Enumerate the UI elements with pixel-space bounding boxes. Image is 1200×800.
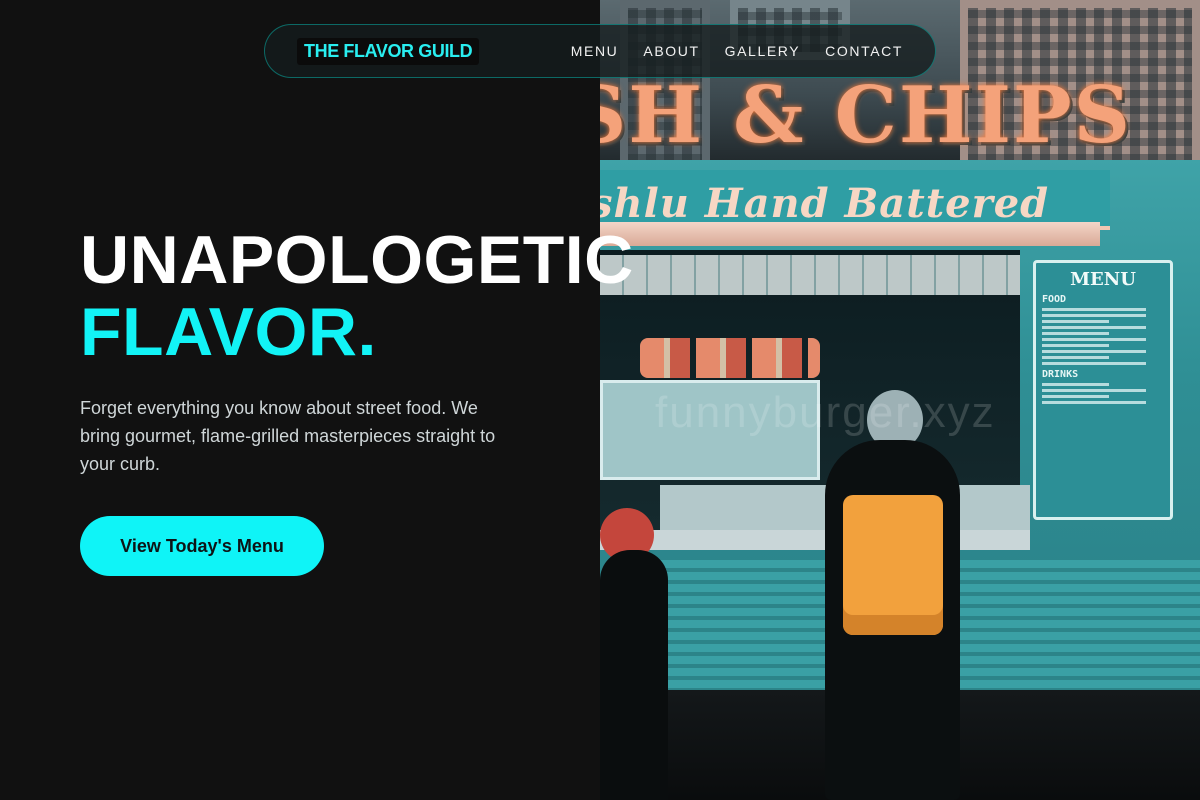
serving-shelf xyxy=(600,530,1030,550)
hero-title-line2: FLAVOR. xyxy=(80,294,377,370)
truck-banner-text: shlu Hand Battered xyxy=(600,180,1050,227)
truck-menu-board: MENU FOOD DRINKS xyxy=(1033,260,1173,520)
nav-links: MENU ABOUT GALLERY CONTACT xyxy=(571,43,903,59)
nav-link-menu[interactable]: MENU xyxy=(571,43,619,59)
jars-on-counter xyxy=(640,338,820,378)
truck-banner: shlu Hand Battered xyxy=(600,170,1110,230)
nav-link-gallery[interactable]: GALLERY xyxy=(725,43,801,59)
hero-subtitle: Forget everything you know about street … xyxy=(80,398,496,474)
nav-link-about[interactable]: ABOUT xyxy=(643,43,699,59)
truck-awning xyxy=(600,222,1100,246)
hero-title-line1: UNAPOLOGETIC xyxy=(80,222,634,298)
menu-board-drinks-heading: DRINKS xyxy=(1042,369,1079,380)
menu-board-title: MENU xyxy=(1070,269,1136,290)
view-menu-button[interactable]: View Today's Menu xyxy=(80,516,324,576)
watermark-text: funnyburger.xyz xyxy=(655,388,996,437)
child-figure xyxy=(600,550,668,800)
brand-logo[interactable]: THE FLAVOR GUILD xyxy=(297,37,480,65)
menu-board-food-heading: FOOD xyxy=(1042,294,1067,305)
hero-title: UNAPOLOGETIC FLAVOR. xyxy=(80,224,634,368)
top-navigation: THE FLAVOR GUILD MENU ABOUT GALLERY CONT… xyxy=(264,24,936,78)
nav-link-contact[interactable]: CONTACT xyxy=(825,43,903,59)
yellow-backpack xyxy=(843,495,943,635)
truck-tiles xyxy=(600,255,1020,295)
neon-sign: SH & CHIPS xyxy=(600,70,1133,161)
